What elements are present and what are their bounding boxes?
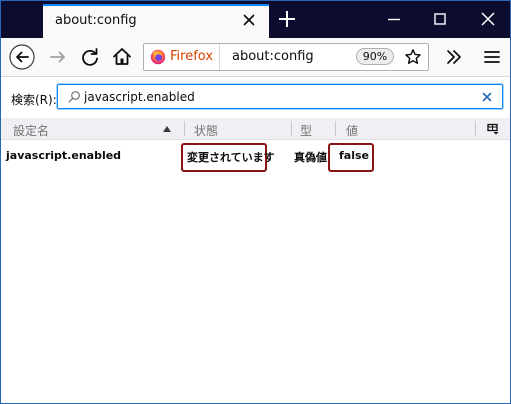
search-box[interactable] xyxy=(57,84,503,109)
identity-label: Firefox xyxy=(170,49,214,64)
search-input[interactable] xyxy=(84,86,464,107)
new-tab-icon[interactable] xyxy=(277,9,297,29)
column-header-type[interactable]: 型 xyxy=(300,122,312,139)
column-header-value[interactable]: 値 xyxy=(346,122,358,139)
table-header: 設定名 状態 型 値 xyxy=(1,118,510,140)
tab-about-config[interactable]: about:config xyxy=(43,4,269,38)
pref-status-cell: 変更されています xyxy=(187,151,275,164)
maximize-icon[interactable] xyxy=(431,10,449,28)
table-row[interactable]: javascript.enabled 変更されています 真偽値 false xyxy=(1,143,510,173)
column-header-status[interactable]: 状態 xyxy=(194,122,218,139)
navigation-toolbar: Firefox about:config 90% xyxy=(1,38,510,77)
back-button-icon[interactable] xyxy=(9,44,35,70)
close-icon[interactable] xyxy=(479,10,497,28)
title-bar: about:config xyxy=(1,1,510,38)
browser-window: about:config Firefox about:config 90% 検索… xyxy=(0,0,511,404)
overflow-chevron-icon[interactable] xyxy=(441,44,467,70)
pref-type-cell: 真偽値 xyxy=(294,151,327,164)
search-label: 検索(R): xyxy=(11,93,57,107)
column-separator[interactable] xyxy=(475,121,476,136)
column-separator[interactable] xyxy=(291,121,292,136)
column-separator[interactable] xyxy=(184,121,185,136)
home-icon[interactable] xyxy=(109,44,135,70)
bookmark-star-icon[interactable] xyxy=(404,48,422,66)
reload-icon[interactable] xyxy=(77,44,103,70)
hamburger-menu-icon[interactable] xyxy=(479,44,505,70)
about-config-page: 検索(R): 設定名 状態 型 値 xyxy=(1,77,510,403)
url-text[interactable]: about:config xyxy=(232,49,314,64)
firefox-logo-icon xyxy=(150,49,166,65)
pref-name-cell: javascript.enabled xyxy=(6,149,122,162)
zoom-badge[interactable]: 90% xyxy=(356,48,394,65)
column-separator[interactable] xyxy=(335,121,336,136)
column-picker-icon[interactable] xyxy=(487,123,499,135)
forward-button-icon[interactable] xyxy=(45,44,71,70)
identity-box[interactable]: Firefox xyxy=(144,44,220,70)
column-header-name[interactable]: 設定名 xyxy=(13,122,49,139)
sort-ascending-icon xyxy=(163,126,171,132)
tab-close-icon[interactable] xyxy=(239,10,259,30)
search-icon xyxy=(68,91,80,103)
clear-search-icon[interactable] xyxy=(480,90,494,104)
tab-title: about:config xyxy=(55,13,137,28)
url-bar[interactable]: Firefox about:config 90% xyxy=(143,43,429,71)
tab-accent-line xyxy=(43,4,269,6)
minimize-icon[interactable] xyxy=(385,10,403,28)
pref-value-cell: false xyxy=(339,149,369,162)
